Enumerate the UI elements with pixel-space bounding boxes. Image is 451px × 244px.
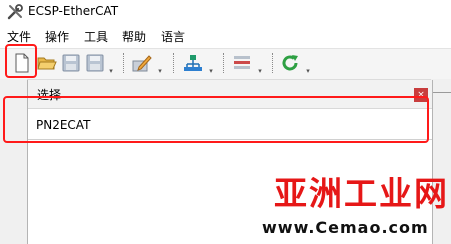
save-icon — [62, 54, 80, 72]
refresh-icon — [282, 55, 298, 71]
open-folder-button[interactable] — [36, 52, 58, 74]
item-highlight — [3, 96, 429, 143]
list-icon — [234, 56, 250, 69]
toolbar-separator — [223, 53, 224, 73]
toolbar-separator — [123, 53, 124, 73]
menu-language[interactable]: 语言 — [161, 30, 185, 44]
window-title: ECSP-EtherCAT — [28, 4, 119, 18]
folder-open-icon — [37, 57, 57, 70]
watermark-url: www.Cemao.com — [262, 218, 429, 237]
save-as-button[interactable] — [84, 52, 106, 74]
network-dropdown-icon[interactable]: ▾ — [207, 68, 215, 75]
network-button[interactable] — [182, 52, 204, 74]
menu-help[interactable]: 帮助 — [122, 30, 146, 44]
toolbar-separator — [272, 53, 273, 73]
menu-file[interactable]: 文件 — [7, 30, 31, 44]
save-as-icon — [86, 54, 104, 72]
edit-button[interactable] — [131, 52, 153, 74]
menu-operation[interactable]: 操作 — [45, 30, 69, 44]
toolbar-separator — [173, 53, 174, 73]
save-as-dropdown-icon[interactable]: ▾ — [107, 68, 115, 75]
menu-bar: 文件 操作 工具 帮助 语言 — [0, 27, 451, 47]
edit-dropdown-icon[interactable]: ▾ — [156, 68, 164, 75]
new-file-highlight — [5, 44, 37, 78]
toolbar: ▾ ▾ ▾ ▾ ▾ — [0, 48, 451, 80]
edit-pencil-icon — [132, 55, 152, 72]
refresh-button[interactable] — [279, 52, 301, 74]
network-tree-icon — [184, 55, 202, 71]
panel-divider — [431, 92, 451, 93]
right-panel — [431, 79, 451, 244]
save-button[interactable] — [60, 52, 82, 74]
menu-tools[interactable]: 工具 — [84, 30, 108, 44]
watermark-logo: 亚洲工业网 — [274, 174, 449, 213]
list-button[interactable] — [231, 52, 253, 74]
refresh-dropdown-icon[interactable]: ▾ — [304, 68, 312, 75]
wrench-screwdriver-icon — [7, 4, 23, 20]
title-bar: ECSP-EtherCAT — [0, 0, 451, 24]
list-dropdown-icon[interactable]: ▾ — [256, 68, 264, 75]
